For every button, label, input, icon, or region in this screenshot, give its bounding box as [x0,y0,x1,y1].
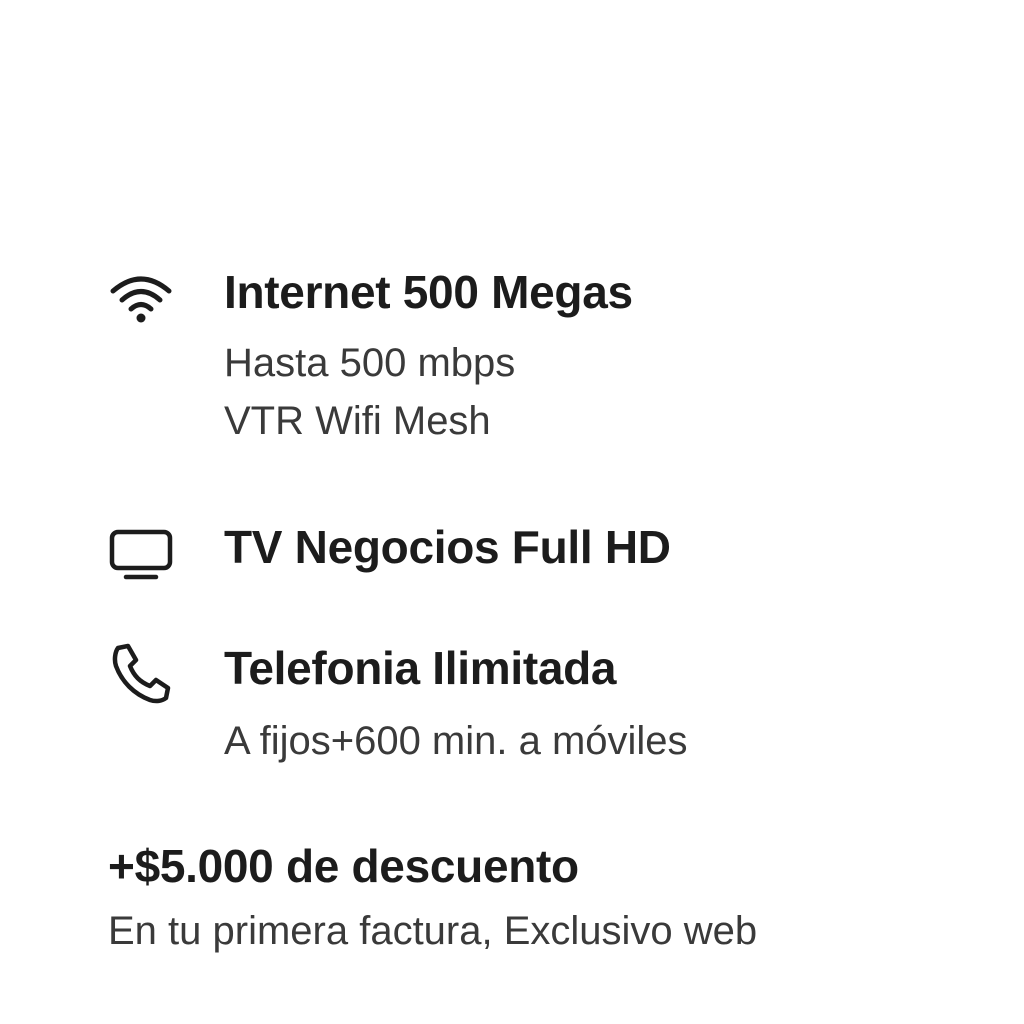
feature-title: Internet 500 Megas [224,266,633,318]
feature-telephone: Telefonia Ilimitada A fijos+600 min. a m… [108,640,688,770]
discount-promo: +$5.000 de descuento En tu primera factu… [108,838,757,960]
tv-icon [108,519,174,585]
feature-title: TV Negocios Full HD [224,521,671,573]
feature-detail: A fijos+600 min. a móviles [224,719,688,763]
phone-icon [108,640,174,706]
feature-internet: Internet 500 Megas Hasta 500 mbps VTR Wi… [108,264,633,450]
feature-title: Telefonia Ilimitada [224,642,617,694]
feature-tv: TV Negocios Full HD [108,519,671,585]
promo-title: +$5.000 de descuento [108,840,579,892]
feature-detail: Hasta 500 mbps [224,341,516,385]
feature-detail: VTR Wifi Mesh [224,399,491,443]
promo-subtitle: En tu primera factura, Exclusivo web [108,909,758,953]
wifi-icon [108,264,174,330]
